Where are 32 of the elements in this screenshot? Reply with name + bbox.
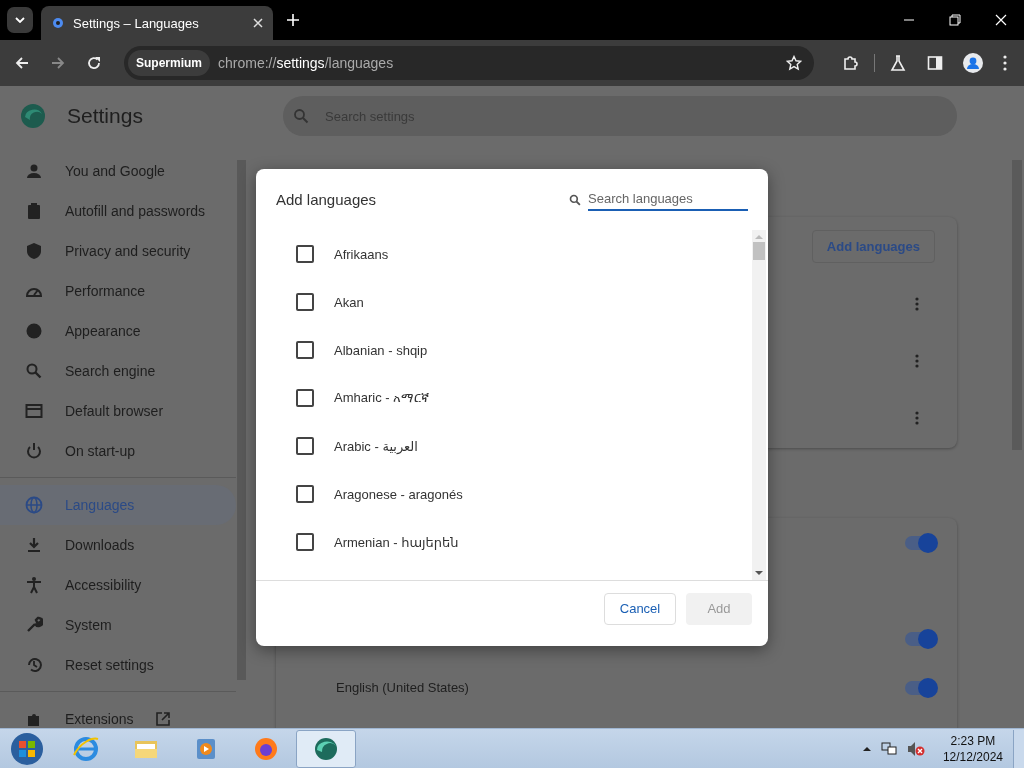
setting-label: English (United States) (336, 680, 469, 695)
language-label: Afrikaans (334, 246, 389, 262)
nav-item[interactable]: On start-up (0, 431, 236, 471)
browser-tab[interactable]: Settings – Languages (41, 6, 273, 40)
cancel-button[interactable]: Cancel (604, 592, 676, 625)
clock-date[interactable]: 12/12/2024 (942, 748, 1003, 765)
language-label: Armenian - հայերեն (334, 534, 459, 550)
add-languages-button[interactable]: Add languages (811, 229, 935, 263)
nav-item[interactable]: Languages (0, 485, 236, 525)
language-label: Albanian - shqip (334, 342, 428, 358)
page-title: Settings (67, 104, 144, 128)
nav-item[interactable]: Performance (0, 271, 236, 311)
nav-item[interactable]: Extensions (0, 699, 236, 728)
nav-item[interactable]: Autofill and passwords (0, 191, 236, 231)
clock-time[interactable]: 2:23 PM (950, 732, 996, 749)
dialog-title: Add languages (276, 191, 378, 208)
site-chip[interactable]: Supermium (128, 50, 210, 76)
nav-item[interactable]: You and Google (0, 151, 236, 191)
language-label: Aragonese - aragonés (334, 486, 463, 502)
nav-item[interactable]: Accessibility (0, 565, 236, 605)
nav-item[interactable]: Reset settings (0, 645, 236, 685)
address-bar[interactable]: Supermium chrome://settings/languages (124, 46, 814, 80)
nav-item[interactable]: System (0, 605, 236, 645)
url-text: chrome://settings/languages (218, 55, 395, 71)
language-label: Amharic - አማርኛ (334, 390, 430, 406)
nav-item[interactable]: Default browser (0, 391, 236, 431)
nav-item[interactable]: Privacy and security (0, 231, 236, 271)
nav-item[interactable]: Downloads (0, 525, 236, 565)
language-label: Akan (334, 294, 364, 310)
nav-item[interactable]: Appearance (0, 311, 236, 351)
nav-item[interactable]: Search engine (0, 351, 236, 391)
language-label: Arabic - العربية (334, 438, 418, 454)
